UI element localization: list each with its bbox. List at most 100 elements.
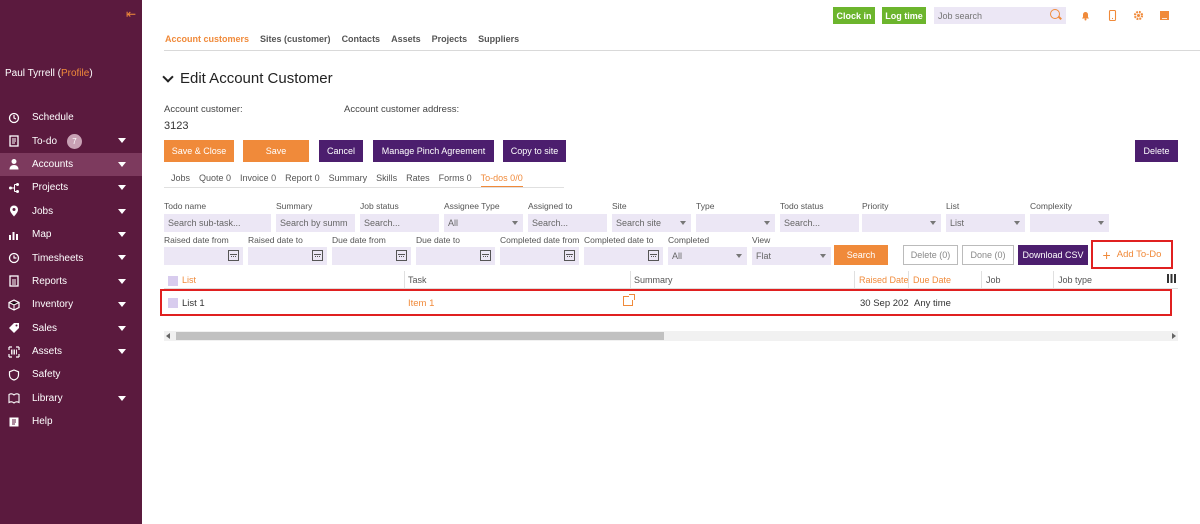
- tab-jobs[interactable]: Jobs: [171, 173, 190, 188]
- tab-invoice[interactable]: Invoice 0: [240, 173, 276, 188]
- tab-quote[interactable]: Quote 0: [199, 173, 231, 188]
- tab-forms[interactable]: Forms 0: [439, 173, 472, 188]
- completed-to-input[interactable]: [584, 247, 663, 265]
- chevron-down-icon[interactable]: [118, 161, 126, 167]
- calendar-icon[interactable]: [228, 250, 239, 261]
- row-checkbox[interactable]: [168, 298, 178, 309]
- tab-contacts[interactable]: Contacts: [342, 34, 381, 44]
- priority-select[interactable]: [862, 214, 941, 232]
- column-chooser-icon[interactable]: [1167, 274, 1176, 285]
- profile-link[interactable]: Profile: [61, 68, 89, 79]
- sidebar-item-help[interactable]: Help: [0, 410, 142, 433]
- scroll-right-icon[interactable]: [1172, 333, 1176, 339]
- calendar-icon[interactable]: [396, 250, 407, 261]
- sidebar-item-safety[interactable]: Safety: [0, 363, 142, 386]
- list-select[interactable]: List: [946, 214, 1025, 232]
- raised-to-input[interactable]: [248, 247, 327, 265]
- table-row[interactable]: List 1 Item 1 30 Sep 202 Any time: [160, 289, 1172, 316]
- column-header-due-date[interactable]: Due Date: [913, 275, 951, 285]
- tab-projects[interactable]: Projects: [432, 34, 468, 44]
- sidebar-item-accounts[interactable]: Accounts: [0, 152, 142, 177]
- delete-button[interactable]: Delete: [1135, 140, 1178, 162]
- chevron-down-icon[interactable]: [118, 185, 126, 191]
- column-divider[interactable]: [404, 271, 405, 288]
- job-search-input[interactable]: [934, 7, 1066, 24]
- column-header-raised-date[interactable]: Raised Date: [859, 275, 909, 285]
- completed-from-input[interactable]: [500, 247, 579, 265]
- completed-select[interactable]: All: [668, 247, 747, 265]
- search-button[interactable]: Search: [834, 245, 888, 265]
- bell-icon[interactable]: [1080, 10, 1091, 21]
- book-icon[interactable]: [1159, 10, 1170, 21]
- tab-suppliers[interactable]: Suppliers: [478, 34, 519, 44]
- chevron-down-icon[interactable]: [118, 395, 126, 401]
- chevron-down-icon[interactable]: [118, 278, 126, 284]
- page-title[interactable]: Edit Account Customer: [162, 70, 333, 87]
- select-all-checkbox[interactable]: [168, 275, 178, 286]
- sidebar-item-jobs[interactable]: Jobs: [0, 200, 142, 223]
- save-button[interactable]: Save: [243, 140, 309, 162]
- assignee-type-select[interactable]: All: [444, 214, 523, 232]
- sidebar-item-projects[interactable]: Projects: [0, 176, 142, 199]
- chevron-down-icon[interactable]: [118, 302, 126, 308]
- chevron-down-icon[interactable]: [162, 70, 174, 83]
- due-from-input[interactable]: [332, 247, 411, 265]
- column-header-job[interactable]: Job: [986, 275, 1001, 285]
- column-header-job-type[interactable]: Job type: [1058, 275, 1092, 285]
- column-divider[interactable]: [1053, 271, 1054, 288]
- scroll-left-icon[interactable]: [166, 333, 170, 339]
- chevron-down-icon[interactable]: [118, 348, 126, 354]
- todo-status-input[interactable]: Search...: [780, 214, 859, 232]
- column-divider[interactable]: [630, 271, 631, 288]
- due-to-input[interactable]: [416, 247, 495, 265]
- column-divider[interactable]: [981, 271, 982, 288]
- manage-pinch-agreement-button[interactable]: Manage Pinch Agreement: [373, 140, 494, 162]
- sidebar-item-map[interactable]: Map: [0, 223, 142, 246]
- sidebar-item-timesheets[interactable]: Timesheets: [0, 246, 142, 269]
- cancel-button[interactable]: Cancel: [319, 140, 363, 162]
- clock-in-button[interactable]: Clock in: [833, 7, 875, 24]
- done-selected-button[interactable]: Done (0): [962, 245, 1014, 265]
- cell-task-link[interactable]: Item 1: [408, 298, 434, 309]
- gear-icon[interactable]: [1133, 10, 1144, 21]
- summary-input[interactable]: Search by summ: [276, 214, 355, 232]
- scrollbar-thumb[interactable]: [176, 332, 664, 340]
- add-todo-button[interactable]: + Add To-Do: [1091, 240, 1173, 269]
- log-time-button[interactable]: Log time: [882, 7, 926, 24]
- sidebar-item-todo[interactable]: To-do 7: [0, 129, 142, 152]
- sidebar-item-sales[interactable]: Sales: [0, 317, 142, 340]
- chevron-down-icon[interactable]: [118, 255, 126, 261]
- calendar-icon[interactable]: [648, 250, 659, 261]
- sidebar-item-library[interactable]: Library: [0, 387, 142, 410]
- copy-to-site-button[interactable]: Copy to site: [503, 140, 566, 162]
- tab-sites-customer[interactable]: Sites (customer): [260, 34, 331, 44]
- sidebar-item-assets[interactable]: Assets: [0, 340, 142, 363]
- site-select[interactable]: Search site: [612, 214, 691, 232]
- column-header-summary[interactable]: Summary: [634, 275, 673, 285]
- type-select[interactable]: [696, 214, 775, 232]
- view-select[interactable]: Flat: [752, 247, 831, 265]
- tab-skills[interactable]: Skills: [376, 173, 397, 188]
- column-divider[interactable]: [908, 271, 909, 288]
- calendar-icon[interactable]: [480, 250, 491, 261]
- tab-todos[interactable]: To-dos 0/0: [480, 173, 523, 188]
- column-header-list[interactable]: List: [168, 275, 196, 286]
- delete-selected-button[interactable]: Delete (0): [903, 245, 958, 265]
- tab-summary[interactable]: Summary: [329, 173, 368, 188]
- tab-assets[interactable]: Assets: [391, 34, 421, 44]
- assigned-to-input[interactable]: Search...: [528, 214, 607, 232]
- search-icon[interactable]: [1050, 9, 1060, 19]
- horizontal-scrollbar[interactable]: [164, 331, 1178, 341]
- calendar-icon[interactable]: [564, 250, 575, 261]
- chevron-down-icon[interactable]: [118, 231, 126, 237]
- chevron-down-icon[interactable]: [118, 208, 126, 214]
- tab-account-customers[interactable]: Account customers: [165, 34, 249, 44]
- save-close-button[interactable]: Save & Close: [164, 140, 234, 162]
- tab-report[interactable]: Report 0: [285, 173, 320, 188]
- sidebar-item-reports[interactable]: Reports: [0, 270, 142, 293]
- job-status-input[interactable]: Search...: [360, 214, 439, 232]
- todo-name-input[interactable]: Search sub-task...: [164, 214, 271, 232]
- chevron-down-icon[interactable]: [118, 138, 126, 144]
- external-link-icon[interactable]: [623, 294, 635, 306]
- arrow-left-icon[interactable]: ⇤: [126, 7, 136, 21]
